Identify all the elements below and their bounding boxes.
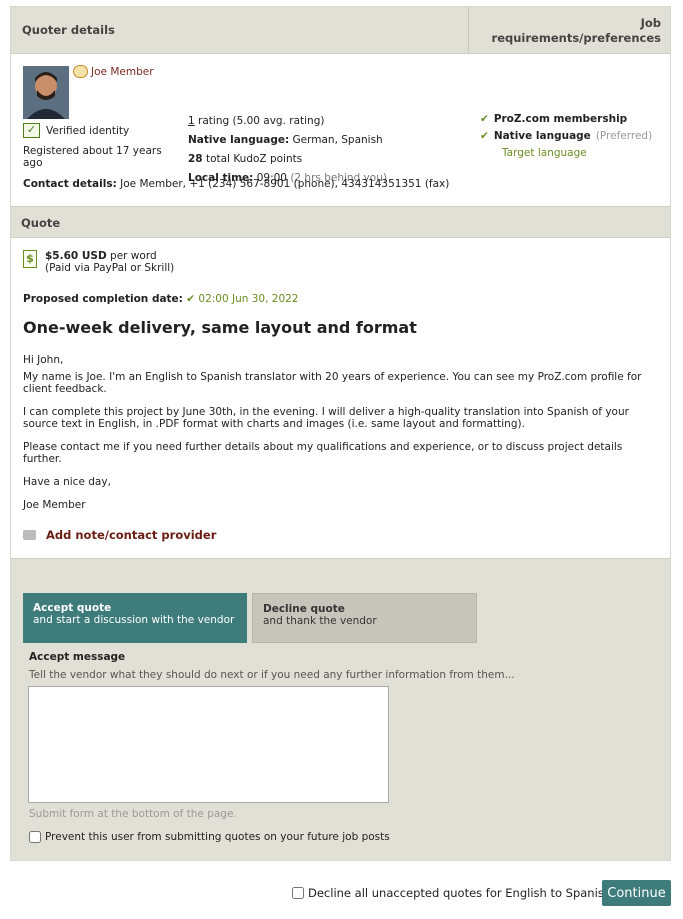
decline-all-option[interactable]: Decline all unaccepted quotes for Englis… [292, 886, 611, 900]
message-paragraph: Please contact me if you need further de… [23, 441, 623, 465]
accept-message-label: Accept message [29, 651, 126, 663]
kudoz-count: 28 [188, 153, 203, 165]
prevent-user-label: Prevent this user from submitting quotes… [45, 831, 390, 843]
req-membership: ProZ.com membership [493, 113, 628, 125]
prevent-user-option[interactable]: Prevent this user from submitting quotes… [29, 831, 390, 843]
proposed-label: Proposed completion date: [23, 293, 183, 305]
proposed-date: 02:00 Jun 30, 2022 [198, 293, 299, 305]
verified-identity: ✓ Verified identity [23, 123, 129, 138]
avatar[interactable] [23, 66, 69, 119]
accept-quote-button[interactable]: Accept quote and start a discussion with… [23, 593, 247, 643]
payment-method: (Paid via PayPal or Skrill) [45, 262, 175, 274]
req-preferred: (Preferred) [595, 130, 653, 142]
price-unit: per word [110, 250, 157, 262]
decline-all-label: Decline all unaccepted quotes for Englis… [308, 886, 612, 900]
verified-label: Verified identity [46, 124, 130, 137]
accept-title: Accept quote [33, 602, 112, 614]
accept-message-field[interactable] [28, 686, 389, 803]
decline-title: Decline quote [263, 603, 345, 615]
message-paragraph: Have a nice day, [23, 476, 111, 488]
message-paragraph: Joe Member [23, 499, 86, 511]
contact-details: Contact details: Joe Member, +1 (234) 56… [23, 178, 449, 190]
accept-subtitle: and start a discussion with the vendor [33, 614, 235, 626]
quote-panel: Quoter details Job requirements/preferen… [10, 6, 671, 861]
user-name-link[interactable]: Joe Member [73, 65, 154, 78]
decline-all-checkbox[interactable] [292, 887, 304, 899]
native-language-value: German, Spanish [292, 134, 383, 146]
dollar-icon: $ [23, 250, 37, 268]
quoter-stats: 1 rating (5.00 avg. rating) Native langu… [188, 112, 387, 188]
kudoz-text: total KudoZ points [205, 153, 303, 165]
registered-text: Registered about 17 years ago [23, 145, 162, 169]
member-badge-icon [73, 65, 88, 78]
check-icon: ✔ [480, 130, 489, 142]
verified-check-icon: ✓ [23, 123, 40, 138]
rating-count-link[interactable]: 1 [188, 115, 195, 127]
requirements-list: ✔ ProZ.com membership ✔ Native language (Pr… [480, 111, 652, 162]
price-block: $ $5.60 USD per word (Paid via PayPal or… [23, 250, 174, 274]
price-amount: $5.60 USD [45, 250, 107, 262]
message-paragraph: Hi John, [23, 354, 64, 366]
message-paragraph: I can complete this project by June 30th… [23, 406, 629, 430]
submit-hint: Submit form at the bottom of the page. [29, 808, 237, 820]
decline-subtitle: and thank the vendor [263, 615, 377, 627]
req-target-language: Target language [502, 147, 587, 159]
job-requirements-heading: Job requirements/preferences [468, 7, 670, 53]
comment-icon [23, 530, 36, 540]
add-note-label: Add note/contact provider [46, 528, 217, 542]
action-section: Accept quote and start a discussion with… [11, 558, 670, 860]
native-language-label: Native language: [188, 134, 290, 146]
prevent-user-checkbox[interactable] [29, 831, 41, 843]
rating-text: rating (5.00 avg. rating) [198, 115, 325, 127]
quote-heading: Quote [11, 206, 670, 238]
req-native-language: Native language [493, 130, 591, 142]
quote-title: One-week delivery, same layout and forma… [23, 318, 417, 337]
contact-value: Joe Member, +1 (234) 567-8901 (phone), 4… [120, 178, 450, 190]
quote-section: $ $5.60 USD per word (Paid via PayPal or… [11, 238, 670, 558]
quoter-section: Joe Member ✓ Verified identity Registere… [11, 54, 670, 206]
message-paragraph: My name is Joe. I'm an English to Spanis… [23, 371, 642, 395]
quoter-details-heading: Quoter details [22, 23, 115, 37]
accept-message-hint: Tell the vendor what they should do next… [29, 669, 515, 681]
add-note-link[interactable]: Add note/contact provider [23, 528, 216, 542]
check-icon: ✔ [186, 293, 196, 305]
decline-quote-button[interactable]: Decline quote and thank the vendor [252, 593, 477, 643]
quote-message: Hi John, My name is Joe. I'm an English … [23, 354, 653, 522]
check-icon: ✔ [480, 113, 489, 125]
panel-header: Quoter details Job requirements/preferen… [11, 7, 670, 54]
proposed-completion: Proposed completion date: ✔ 02:00 Jun 30… [23, 293, 299, 305]
continue-button[interactable]: Continue [602, 880, 671, 906]
contact-label: Contact details: [23, 178, 117, 190]
quoter-name: Joe Member [91, 65, 154, 78]
